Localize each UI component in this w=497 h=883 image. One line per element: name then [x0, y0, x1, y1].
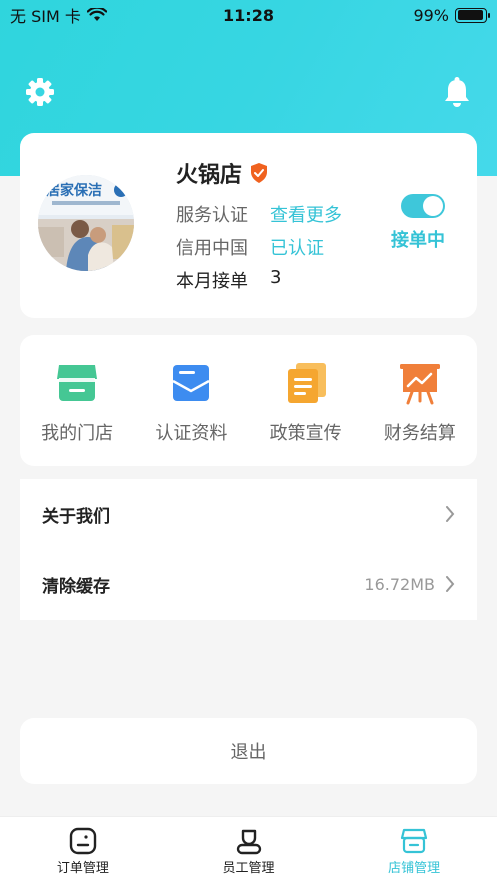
monthly-orders-row: 本月接单 3 [176, 267, 281, 293]
shop-icon [401, 828, 428, 854]
logout-button[interactable]: 退出 [20, 718, 477, 784]
avatar-image: 居家保洁 [38, 175, 134, 271]
about-us-row[interactable]: 关于我们 [20, 479, 477, 549]
chevron-right-icon [446, 576, 455, 592]
carrier-text: 无 SIM 卡 [10, 7, 81, 26]
credit-china-row: 信用中国 已认证 [176, 234, 324, 260]
tab-label: 订单管理 [56, 861, 109, 876]
credit-china-label: 信用中国 [176, 238, 248, 259]
feature-policy[interactable]: 政策宣传 [249, 335, 363, 466]
feature-certification[interactable]: 认证资料 [134, 335, 248, 466]
staff-icon [236, 829, 261, 855]
battery-icon [455, 7, 490, 23]
avatar-banner-text: 居家保洁 [46, 182, 102, 199]
view-more-link[interactable]: 查看更多 [270, 201, 342, 227]
battery-percent: 99% [413, 5, 449, 25]
service-cert-label: 服务认证 [176, 205, 248, 226]
chevron-right-icon [446, 506, 455, 522]
service-cert-row: 服务认证 查看更多 [176, 201, 342, 227]
feature-label: 财务结算 [383, 423, 456, 444]
store-icon [57, 365, 98, 401]
settings-list: 关于我们 清除缓存 16.72MB [20, 479, 477, 620]
tab-label: 员工管理 [222, 861, 275, 876]
feature-grid: 我的门店 认证资料 政策宣传 财务结算 [20, 335, 477, 466]
documents-icon [287, 363, 326, 403]
monthly-orders-count: 3 [270, 267, 282, 288]
tab-orders[interactable]: 订单管理 [0, 817, 166, 883]
feature-finance[interactable]: 财务结算 [363, 335, 477, 466]
store-avatar[interactable]: 居家保洁 [38, 175, 134, 271]
clear-cache-row[interactable]: 清除缓存 16.72MB [20, 549, 477, 619]
tab-label: 店铺管理 [388, 861, 441, 876]
order-icon [69, 827, 97, 855]
presentation-chart-icon [399, 364, 440, 405]
monthly-orders-label: 本月接单 [176, 271, 248, 292]
toggle-knob [423, 196, 443, 216]
accepting-orders-toggle[interactable] [401, 194, 445, 218]
cache-size: 16.72MB [364, 574, 435, 594]
tab-shop[interactable]: 店铺管理 [331, 817, 497, 883]
store-profile-card: 居家保洁 火锅店 服务认证 查看更多 信用中国 已认证 本月接单 3 接单中 [20, 133, 477, 318]
about-us-label: 关于我们 [42, 506, 110, 527]
feature-label: 政策宣传 [269, 423, 342, 444]
credit-status: 已认证 [270, 238, 324, 259]
toggle-label: 接单中 [391, 230, 445, 251]
settings-button[interactable] [22, 74, 58, 110]
store-name: 火锅店 [176, 163, 243, 188]
status-bar: 无 SIM 卡 11:28 99% [0, 0, 497, 30]
bell-icon [445, 77, 469, 107]
shield-check-icon [251, 163, 268, 183]
clear-cache-label: 清除缓存 [42, 576, 110, 597]
feature-label: 我的门店 [41, 423, 114, 444]
mail-icon [172, 365, 210, 401]
gear-icon [26, 78, 54, 106]
feature-my-store[interactable]: 我的门店 [20, 335, 134, 466]
tab-staff[interactable]: 员工管理 [166, 817, 332, 883]
bottom-tab-bar: 订单管理 员工管理 店铺管理 [0, 816, 497, 883]
store-name-row: 火锅店 [176, 157, 268, 189]
notification-button[interactable] [439, 74, 475, 110]
feature-label: 认证资料 [155, 423, 228, 444]
wifi-icon [86, 8, 107, 21]
